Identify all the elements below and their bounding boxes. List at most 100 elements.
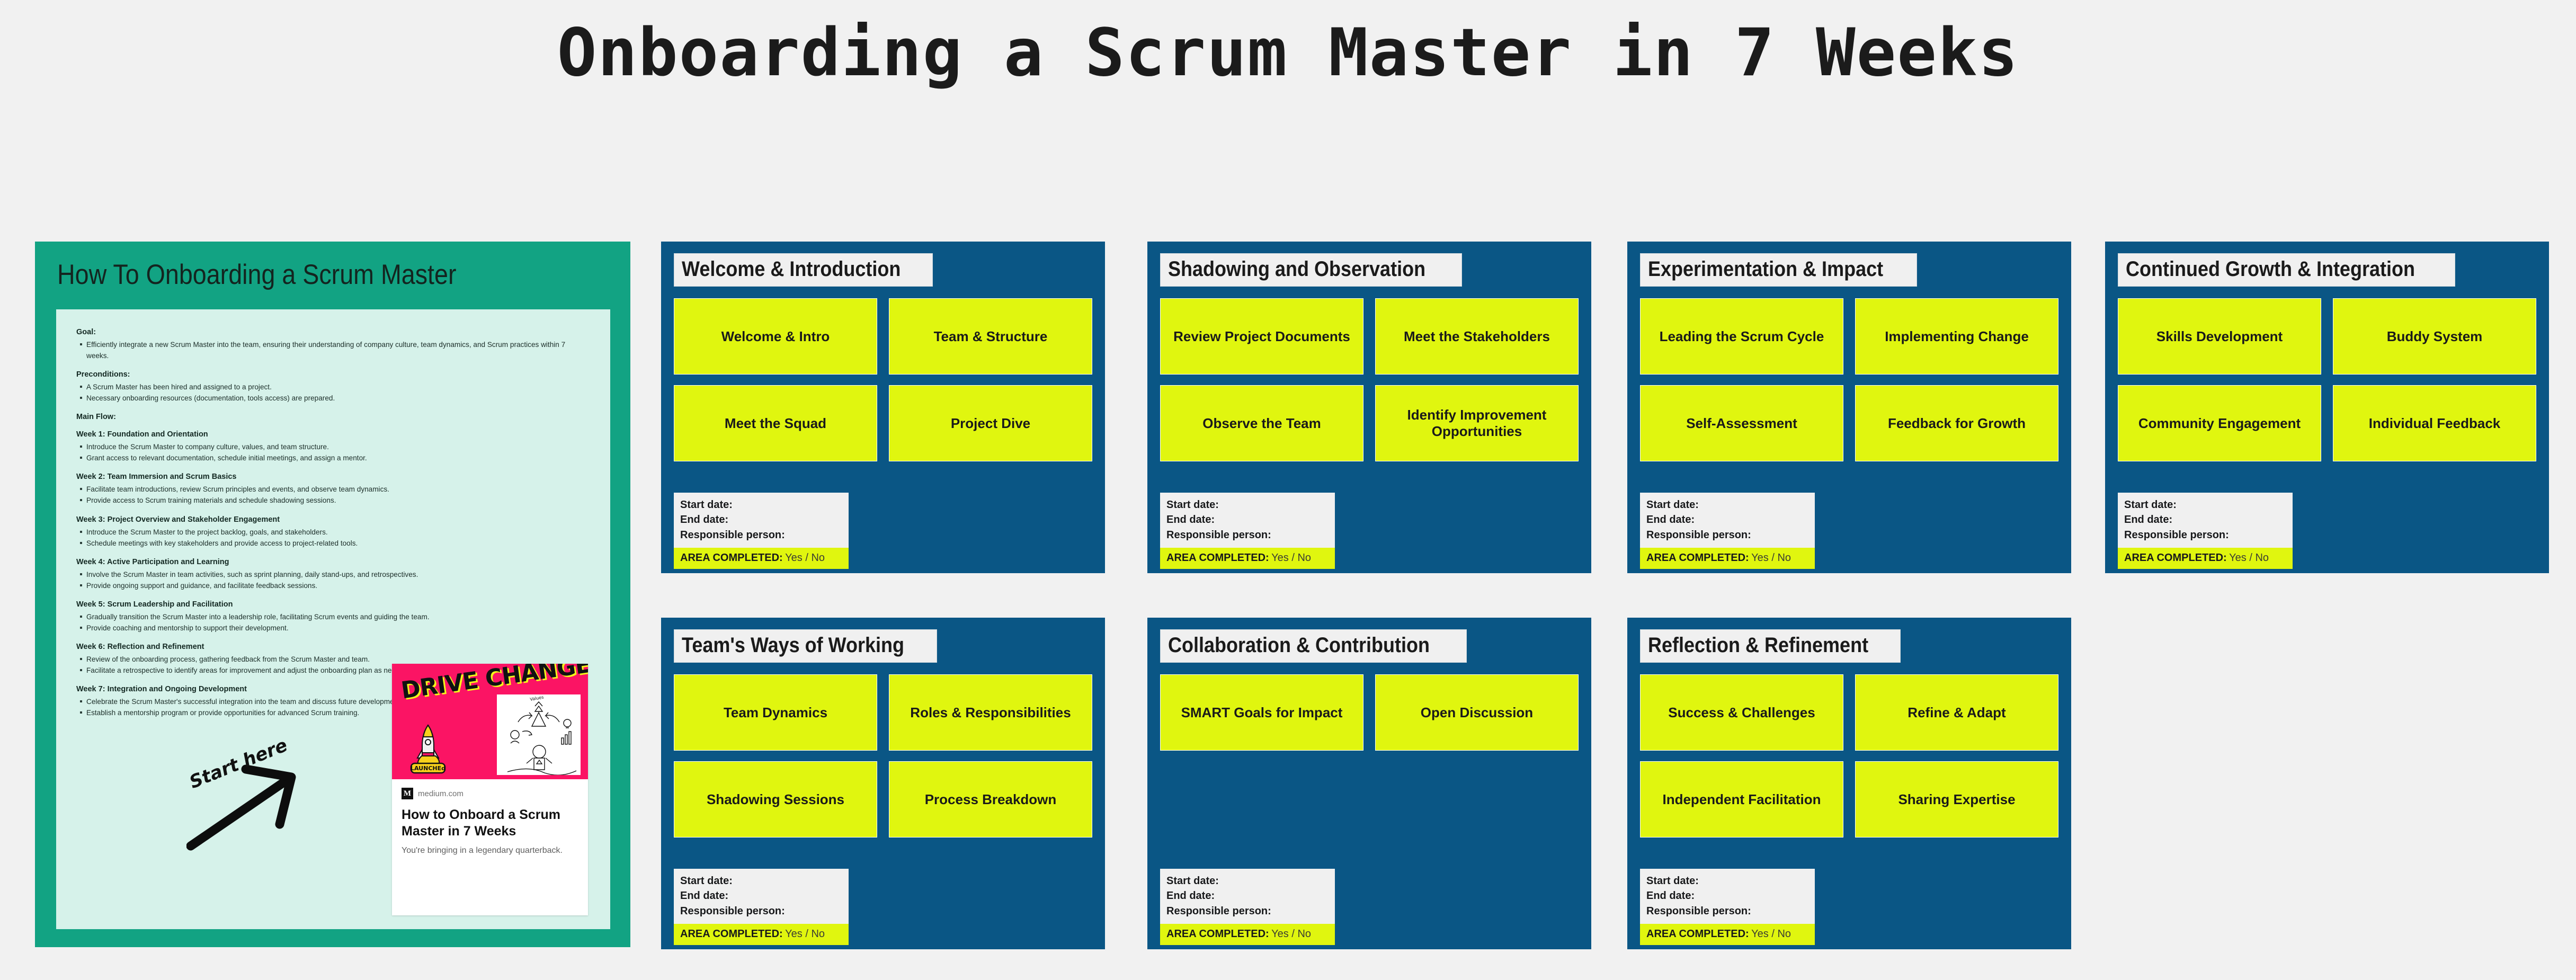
start-date-field[interactable]: Start date: (1646, 497, 1808, 512)
area-card-title: Welcome & Introduction (682, 257, 901, 281)
activity-tile[interactable]: Shadowing Sessions (674, 761, 877, 838)
article-preview-card[interactable]: DRIVE CHANGE Values LAUNCHEd M medium.co… (392, 664, 588, 915)
activity-tile[interactable]: Welcome & Intro (674, 298, 877, 375)
responsible-person-field[interactable]: Responsible person: (1646, 528, 1808, 542)
activity-tile[interactable]: Independent Facilitation (1640, 761, 1843, 838)
document-section-heading: Main Flow: (76, 413, 116, 422)
activity-tile[interactable]: Refine & Adapt (1855, 674, 2058, 751)
activity-tile-label: Sharing Expertise (1898, 791, 2016, 807)
activity-tile[interactable]: Individual Feedback (2333, 385, 2536, 461)
activity-tile-label: Process Breakdown (924, 791, 1057, 807)
area-card-title-plate: Reflection & Refinement (1640, 629, 1901, 663)
area-card-title-plate: Continued Growth & Integration (2118, 253, 2455, 287)
area-completed-row[interactable]: AREA COMPLETED: Yes / No (674, 548, 849, 569)
area-meta-box: Start date: End date: Responsible person: A… (1160, 493, 1335, 569)
area-completed-value[interactable]: Yes / No (1751, 552, 1791, 564)
end-date-field[interactable]: End date: (1646, 512, 1808, 527)
activity-tile[interactable]: Review Project Documents (1160, 298, 1363, 375)
activity-tile[interactable]: Success & Challenges (1640, 674, 1843, 751)
end-date-field[interactable]: End date: (2124, 512, 2286, 527)
responsible-person-field[interactable]: Responsible person: (1166, 528, 1329, 542)
activity-tile[interactable]: Leading the Scrum Cycle (1640, 298, 1843, 375)
activity-tile-label: Meet the Stakeholders (1404, 328, 1550, 344)
start-date-field[interactable]: Start date: (1646, 874, 1808, 888)
end-date-field[interactable]: End date: (1646, 888, 1808, 903)
area-completed-row[interactable]: AREA COMPLETED: Yes / No (674, 924, 849, 946)
end-date-field[interactable]: End date: (680, 512, 842, 527)
end-date-field[interactable]: End date: (680, 888, 842, 903)
activity-tile-label: Team Dynamics (723, 704, 828, 720)
activity-tile[interactable]: Identify Improvement Opportunities (1375, 385, 1579, 461)
activity-tile[interactable]: Meet the Squad (674, 385, 877, 461)
activity-tile[interactable]: Team Dynamics (674, 674, 877, 751)
area-completed-value[interactable]: Yes / No (1751, 928, 1791, 940)
area-completed-value[interactable]: Yes / No (785, 928, 825, 940)
document-section-heading: Week 4: Active Participation and Learnin… (76, 557, 229, 566)
article-title: How to Onboard a Scrum Master in 7 Weeks (402, 807, 561, 839)
area-completed-value[interactable]: Yes / No (785, 552, 825, 564)
responsible-person-field[interactable]: Responsible person: (1646, 904, 1808, 919)
start-date-field[interactable]: Start date: (680, 497, 842, 512)
area-completed-value[interactable]: Yes / No (1271, 928, 1311, 940)
rocket-launched-icon: LAUNCHEd (410, 724, 446, 774)
document-header: How To Onboarding a Scrum Master (35, 242, 630, 307)
area-card-tile-grid: SMART Goals for Impact Open Discussion (1160, 674, 1579, 751)
area-card-tile-grid: Skills Development Buddy System Community … (2118, 298, 2536, 461)
area-completed-value[interactable]: Yes / No (2229, 552, 2269, 564)
activity-tile[interactable]: SMART Goals for Impact (1160, 674, 1363, 751)
end-date-field[interactable]: End date: (1166, 512, 1329, 527)
area-card-tile-grid: Welcome & Intro Team & Structure Meet the … (674, 298, 1092, 461)
start-date-field[interactable]: Start date: (1166, 874, 1329, 888)
area-completed-row[interactable]: AREA COMPLETED: Yes / No (1160, 548, 1335, 569)
area-completed-row[interactable]: AREA COMPLETED: Yes / No (1160, 924, 1335, 946)
activity-tile-label: Observe the Team (1202, 415, 1321, 431)
activity-tile-label: Buddy System (2386, 328, 2483, 344)
activity-tile-label: Community Engagement (2138, 415, 2301, 431)
activity-tile[interactable]: Open Discussion (1375, 674, 1579, 751)
area-card: Experimentation & Impact Leading the Scru… (1627, 242, 2071, 573)
activity-tile[interactable]: Team & Structure (889, 298, 1092, 375)
document-section-list: Introduce the Scrum Master to company cu… (76, 441, 589, 464)
responsible-person-field[interactable]: Responsible person: (2124, 528, 2286, 542)
area-card-title: Team's Ways of Working (682, 634, 904, 657)
activity-tile[interactable]: Buddy System (2333, 298, 2536, 375)
end-date-field[interactable]: End date: (1166, 888, 1329, 903)
responsible-person-field[interactable]: Responsible person: (680, 904, 842, 919)
activity-tile[interactable]: Meet the Stakeholders (1375, 298, 1579, 375)
activity-tile[interactable]: Skills Development (2118, 298, 2321, 375)
document-section-heading: Preconditions: (76, 370, 130, 379)
activity-tile[interactable]: Community Engagement (2118, 385, 2321, 461)
responsible-person-field[interactable]: Responsible person: (1166, 904, 1329, 919)
activity-tile-label: Roles & Responsibilities (910, 704, 1071, 720)
area-completed-row[interactable]: AREA COMPLETED: Yes / No (2118, 548, 2293, 569)
area-completed-value[interactable]: Yes / No (1271, 552, 1311, 564)
area-meta-box: Start date: End date: Responsible person: A… (1640, 493, 1815, 569)
document-list-item: Efficiently integrate a new Scrum Master… (76, 339, 589, 361)
start-date-field[interactable]: Start date: (680, 874, 842, 888)
activity-tile[interactable]: Project Dive (889, 385, 1092, 461)
area-card-title-plate: Shadowing and Observation (1160, 253, 1463, 287)
activity-tile[interactable]: Sharing Expertise (1855, 761, 2058, 838)
start-date-field[interactable]: Start date: (2124, 497, 2286, 512)
activity-tile[interactable]: Process Breakdown (889, 761, 1092, 838)
document-list-item: Provide access to Scrum training materia… (76, 495, 589, 506)
responsible-person-field[interactable]: Responsible person: (680, 528, 842, 542)
start-date-field[interactable]: Start date: (1166, 497, 1329, 512)
activity-tile-label: SMART Goals for Impact (1181, 704, 1343, 720)
area-card-tile-grid: Review Project Documents Meet the Stakeho… (1160, 298, 1579, 461)
article-source: M medium.com (402, 788, 578, 799)
activity-tile-label: Skills Development (2156, 328, 2283, 344)
area-meta-box: Start date: End date: Responsible person: A… (674, 493, 849, 569)
area-completed-row[interactable]: AREA COMPLETED: Yes / No (1640, 548, 1815, 569)
activity-tile[interactable]: Roles & Responsibilities (889, 674, 1092, 751)
activity-tile[interactable]: Self-Assessment (1640, 385, 1843, 461)
svg-text:LAUNCHEd: LAUNCHEd (411, 765, 445, 772)
activity-tile-label: Success & Challenges (1668, 704, 1815, 720)
activity-tile-label: Meet the Squad (724, 415, 827, 431)
activity-tile[interactable]: Feedback for Growth (1855, 385, 2058, 461)
activity-tile[interactable]: Observe the Team (1160, 385, 1363, 461)
area-card-tile-grid: Leading the Scrum Cycle Implementing Chan… (1640, 298, 2058, 461)
area-completed-row[interactable]: AREA COMPLETED: Yes / No (1640, 924, 1815, 946)
area-completed-label: AREA COMPLETED: (1166, 552, 1269, 564)
activity-tile[interactable]: Implementing Change (1855, 298, 2058, 375)
